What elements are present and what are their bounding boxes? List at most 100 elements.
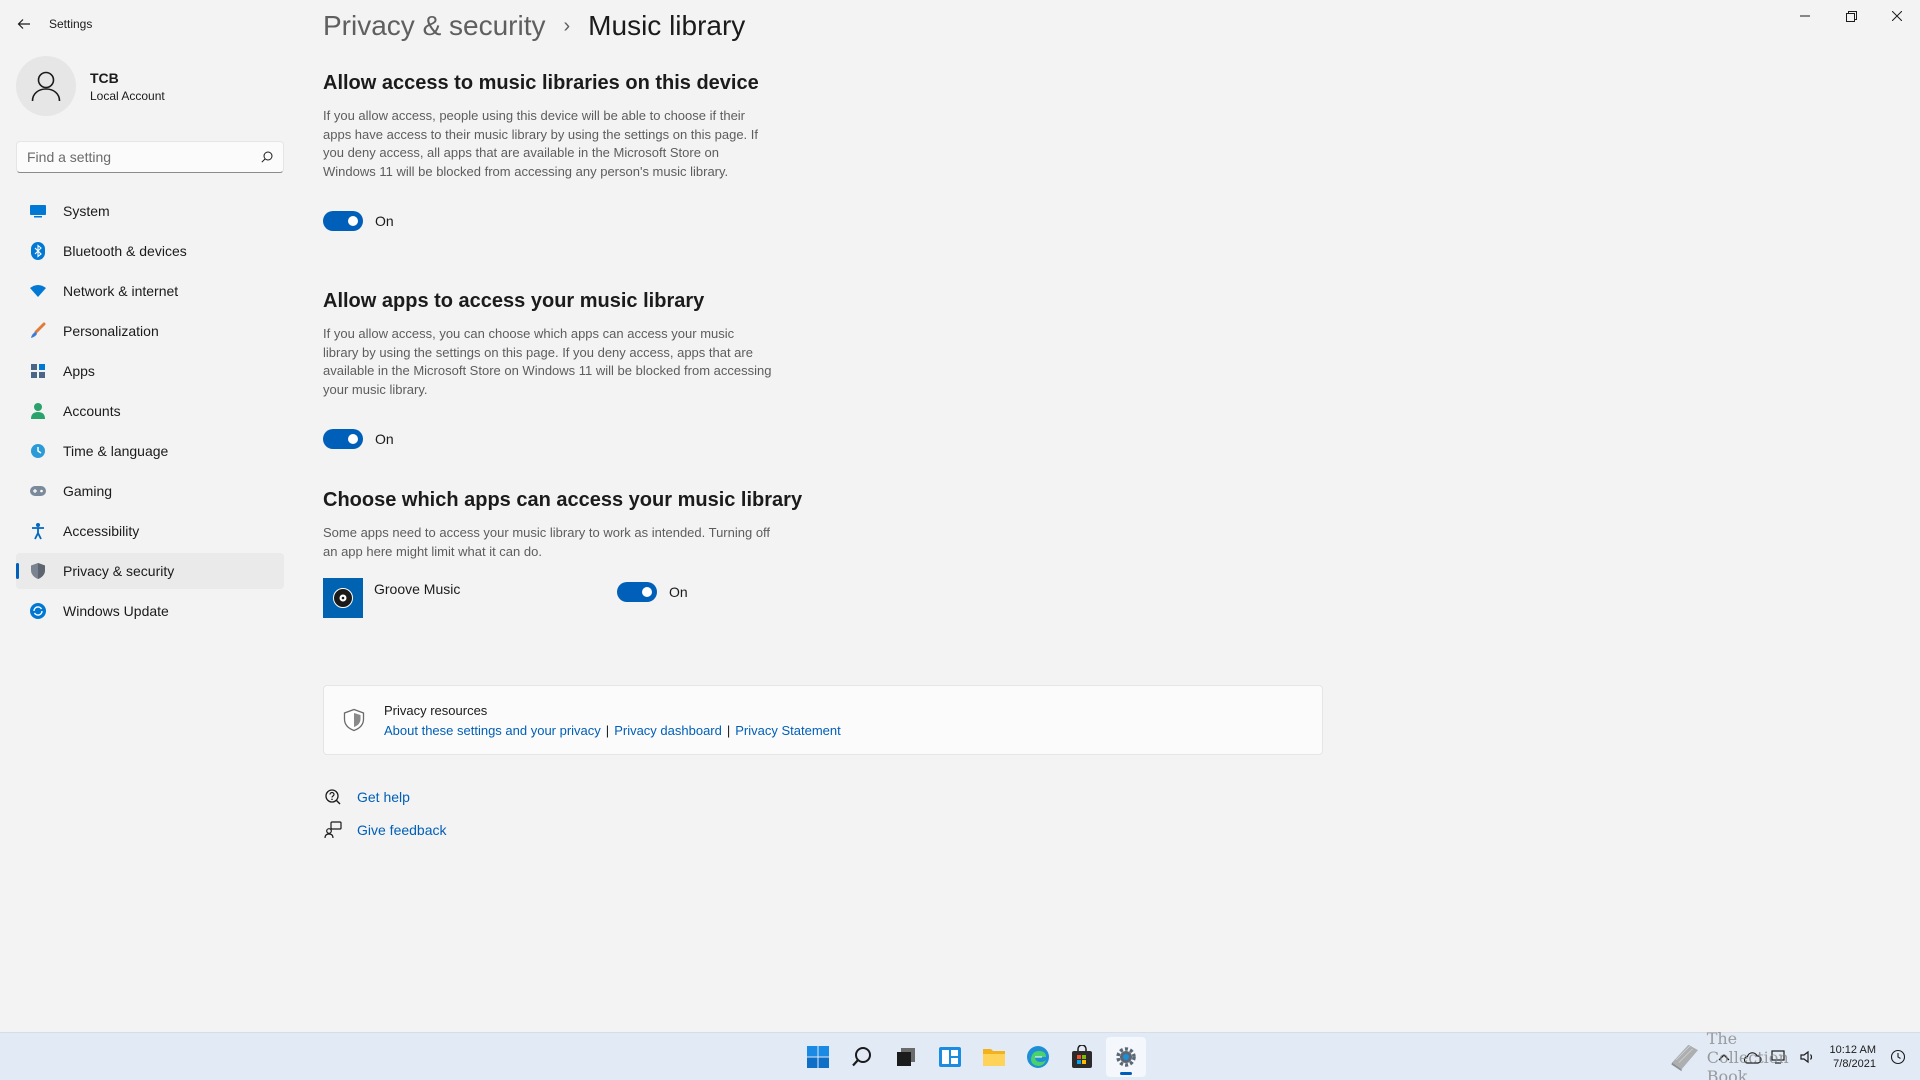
device-access-toggle[interactable] xyxy=(323,211,363,231)
sidebar-item-label: Apps xyxy=(63,363,95,379)
widgets-button[interactable] xyxy=(930,1037,970,1077)
shield-icon xyxy=(28,561,48,581)
profile-account-type: Local Account xyxy=(90,88,165,103)
edge-icon xyxy=(1027,1046,1049,1068)
sidebar-item-accessibility[interactable]: Accessibility xyxy=(16,513,284,549)
edge-button[interactable] xyxy=(1018,1037,1058,1077)
restore-button[interactable] xyxy=(1828,0,1874,32)
sidebar-item-label: Accessibility xyxy=(63,523,140,539)
start-button[interactable] xyxy=(798,1037,838,1077)
about-settings-privacy-link[interactable]: About these settings and your privacy xyxy=(384,723,601,738)
sidebar-item-system[interactable]: System xyxy=(16,193,284,229)
toggle-state-label: On xyxy=(375,213,394,229)
update-icon xyxy=(28,601,48,621)
give-feedback-icon xyxy=(323,820,343,840)
get-help-row[interactable]: Get help xyxy=(323,787,410,807)
watermark: The Collection Book xyxy=(1668,1029,1818,1080)
privacy-statement-link[interactable]: Privacy Statement xyxy=(735,723,841,738)
toggle-state-label: On xyxy=(669,584,688,600)
globe-clock-icon xyxy=(28,441,48,461)
sidebar-item-label: Network & internet xyxy=(63,283,179,299)
sidebar-item-label: System xyxy=(63,203,110,219)
device-access-section: Allow access to music libraries on this … xyxy=(323,72,773,231)
store-icon xyxy=(1072,1045,1092,1068)
notification-icon xyxy=(1890,1049,1906,1065)
back-button[interactable] xyxy=(10,10,38,38)
task-view-button[interactable] xyxy=(886,1037,926,1077)
taskbar-clock[interactable]: 10:12 AM 7/8/2021 xyxy=(1830,1043,1876,1071)
search-input[interactable] xyxy=(27,149,261,165)
clock-date: 7/8/2021 xyxy=(1833,1058,1876,1070)
section-title: Allow access to music libraries on this … xyxy=(323,72,759,94)
section-title: Allow apps to access your music library xyxy=(323,290,705,312)
sidebar-item-windows-update[interactable]: Windows Update xyxy=(16,593,284,629)
restore-icon xyxy=(1845,10,1857,22)
search-icon xyxy=(852,1047,871,1067)
sidebar-item-privacy-security[interactable]: Privacy & security xyxy=(16,553,284,589)
section-description: Some apps need to access your music libr… xyxy=(323,525,771,559)
breadcrumb-separator: › xyxy=(563,14,571,37)
app-access-toggle[interactable] xyxy=(323,429,363,449)
app-access-section: Allow apps to access your music library … xyxy=(323,290,773,449)
title-bar: Settings xyxy=(0,0,1920,48)
privacy-dashboard-link[interactable]: Privacy dashboard xyxy=(614,723,722,738)
sidebar-item-personalization[interactable]: Personalization xyxy=(16,313,284,349)
link-separator: | xyxy=(605,723,610,738)
sidebar-item-label: Bluetooth & devices xyxy=(63,243,187,259)
store-button[interactable] xyxy=(1062,1037,1102,1077)
gamepad-icon xyxy=(28,481,48,501)
sidebar-item-network[interactable]: Network & internet xyxy=(16,273,284,309)
profile-name: TCB xyxy=(90,69,119,86)
taskbar-search-button[interactable] xyxy=(842,1037,882,1077)
privacy-resources-title: Privacy resources xyxy=(384,703,488,718)
get-help-link[interactable]: Get help xyxy=(357,789,410,805)
sidebar-item-accounts[interactable]: Accounts xyxy=(16,393,284,429)
taskbar: 10:12 AM 7/8/2021 xyxy=(0,1032,1920,1080)
user-profile[interactable]: TCB Local Account xyxy=(16,56,165,116)
groove-music-toggle[interactable] xyxy=(617,582,657,602)
avatar xyxy=(16,56,76,116)
sidebar-item-gaming[interactable]: Gaming xyxy=(16,473,284,509)
close-button[interactable] xyxy=(1874,0,1920,32)
privacy-shield-icon xyxy=(342,708,366,737)
sidebar-item-label: Gaming xyxy=(63,483,113,499)
taskbar-apps xyxy=(796,1033,1148,1080)
apps-icon xyxy=(28,361,48,381)
file-explorer-icon xyxy=(983,1049,1005,1066)
search-icon[interactable] xyxy=(261,151,273,163)
search-box xyxy=(16,141,284,173)
back-arrow-icon xyxy=(17,19,30,29)
accessibility-icon xyxy=(28,521,48,541)
task-view-icon xyxy=(897,1048,915,1066)
person-avatar-icon xyxy=(31,71,61,102)
choose-apps-section: Choose which apps can access your music … xyxy=(323,489,802,561)
sidebar-item-bluetooth[interactable]: Bluetooth & devices xyxy=(16,233,284,269)
book-logo-icon xyxy=(1671,1044,1698,1072)
breadcrumb-parent-link[interactable]: Privacy & security xyxy=(323,10,546,42)
sidebar-item-label: Privacy & security xyxy=(63,563,175,579)
file-explorer-button[interactable] xyxy=(974,1037,1014,1077)
sidebar-item-label: Time & language xyxy=(63,443,169,459)
get-help-icon xyxy=(323,787,343,807)
window-controls xyxy=(1782,0,1920,32)
toggle-state-label: On xyxy=(375,431,394,447)
privacy-resources-links: About these settings and your privacy | … xyxy=(384,723,841,738)
settings-taskbar-button[interactable] xyxy=(1106,1037,1146,1077)
start-icon xyxy=(807,1046,829,1068)
section-description: If you allow access, people using this d… xyxy=(323,108,759,179)
brush-icon xyxy=(28,321,48,341)
sidebar-item-time-language[interactable]: Time & language xyxy=(16,433,284,469)
app-row-groove-music: Groove Music On xyxy=(323,578,743,620)
give-feedback-link[interactable]: Give feedback xyxy=(357,822,447,838)
section-description: If you allow access, you can choose whic… xyxy=(323,326,772,397)
minimize-icon xyxy=(1800,15,1810,17)
minimize-button[interactable] xyxy=(1782,0,1828,32)
sidebar-item-label: Personalization xyxy=(63,323,159,339)
give-feedback-row[interactable]: Give feedback xyxy=(323,820,447,840)
groove-music-icon xyxy=(323,578,363,618)
sidebar-item-apps[interactable]: Apps xyxy=(16,353,284,389)
sidebar-item-label: Windows Update xyxy=(63,603,169,619)
notifications-button[interactable] xyxy=(1887,1046,1909,1068)
person-icon xyxy=(28,401,48,421)
breadcrumb: Privacy & security › Music library xyxy=(323,10,745,42)
